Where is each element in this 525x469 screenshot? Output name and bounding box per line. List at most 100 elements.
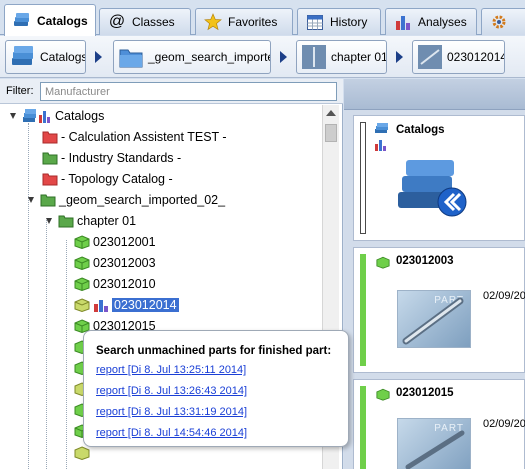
- bar-chart-icon: [94, 300, 108, 312]
- tree-node-part-selected[interactable]: 023012014: [74, 295, 180, 315]
- tab-history[interactable]: History: [297, 8, 381, 35]
- folder-icon: [119, 49, 143, 68]
- breadcrumb-item-geom-search[interactable]: _geom_search_importe...: [113, 40, 271, 74]
- calendar-icon: [307, 15, 323, 30]
- tab-catalogs[interactable]: Catalogs: [4, 4, 96, 36]
- tree-node-part[interactable]: 023012001: [74, 232, 156, 252]
- green-cube-icon: [74, 446, 90, 460]
- part-thumbnail-icon: [418, 45, 442, 69]
- detail-panel: Catalogs 023012003 PART 02/09/200 023012…: [344, 79, 525, 469]
- breadcrumb-label: 023012014: [447, 50, 505, 64]
- breadcrumb-item-chapter-01[interactable]: chapter 01: [296, 40, 387, 74]
- red-folder-icon: [42, 173, 58, 186]
- tab-label: Classes: [132, 15, 175, 29]
- part-card[interactable]: 023012003 PART 02/09/200: [353, 247, 525, 373]
- part-thumbnail[interactable]: PART: [397, 418, 471, 469]
- gear-icon: [492, 15, 506, 29]
- bar-chart-icon: [396, 16, 410, 30]
- expand-arrow-icon[interactable]: [46, 217, 55, 226]
- catalogs-books-icon: [12, 46, 33, 65]
- catalogs-back-icon[interactable]: [394, 152, 472, 224]
- tooltip-title: Search unmachined parts for finished par…: [96, 345, 332, 357]
- status-bar: [360, 386, 366, 469]
- tab-bar: Catalogs @ Classes Favorites History Ana…: [0, 0, 525, 36]
- tree-guide-line: [28, 123, 29, 469]
- green-cube-icon: [376, 388, 390, 401]
- green-cube-icon: [74, 256, 90, 270]
- report-link[interactable]: report [Di 8. Jul 13:31:19 2014]: [96, 406, 247, 418]
- tab-label: Analyses: [418, 15, 467, 29]
- breadcrumb-item-catalogs[interactable]: Catalogs: [5, 40, 86, 74]
- part-thumbnail[interactable]: PART: [397, 290, 471, 348]
- catalogs-books-icon: [14, 12, 29, 26]
- report-link[interactable]: report [Di 8. Jul 13:25:11 2014]: [96, 364, 246, 376]
- tree-guide-line: [66, 240, 67, 469]
- breadcrumb-separator-icon: [280, 51, 287, 63]
- breadcrumb-item-023012014[interactable]: 023012014: [412, 40, 505, 74]
- tree-node-chapter-01[interactable]: chapter 01: [46, 211, 136, 231]
- expand-arrow-icon[interactable]: [10, 112, 19, 121]
- green-folder-icon: [40, 194, 56, 207]
- tree-node-label: _geom_search_imported_02_: [59, 193, 226, 207]
- part-shaft-image: [405, 430, 465, 469]
- breadcrumb-separator-icon: [396, 51, 403, 63]
- tree-node-label: 023012001: [93, 235, 156, 249]
- card-title: 023012015: [396, 387, 454, 399]
- card-title: Catalogs: [396, 124, 445, 136]
- part-shaft-image: [402, 297, 464, 345]
- scroll-thumb[interactable]: [325, 124, 337, 142]
- expand-arrow-icon[interactable]: [28, 196, 37, 205]
- breadcrumb-label: _geom_search_importe...: [148, 50, 271, 64]
- status-bar: [360, 122, 366, 234]
- tab-label: Catalogs: [37, 13, 88, 28]
- breadcrumb-label: Catalogs: [40, 50, 86, 64]
- red-folder-icon: [42, 131, 58, 144]
- tree-node-label: 023012010: [93, 277, 156, 291]
- tab-more[interactable]: [481, 8, 525, 35]
- report-link[interactable]: report [Di 8. Jul 14:54:46 2014]: [96, 427, 247, 439]
- breadcrumb-separator-icon: [95, 51, 102, 63]
- breadcrumb: Catalogs _geom_search_importe... chapter…: [0, 36, 525, 78]
- tree-node-label: - Topology Catalog -: [61, 172, 173, 186]
- green-cube-icon: [74, 277, 90, 291]
- tree-node-label: - Calculation Assistent TEST -: [61, 130, 227, 144]
- tree-node-part[interactable]: 023012010: [74, 274, 156, 294]
- tab-label: Favorites: [228, 15, 278, 29]
- tree-node-label: 023012014: [111, 297, 180, 313]
- card-title: 023012003: [396, 255, 454, 267]
- tree-node-label: 023012003: [93, 256, 156, 270]
- green-cube-icon: [74, 298, 90, 312]
- part-thumbnail-icon: [302, 45, 326, 69]
- card-date: 02/09/200: [483, 418, 525, 430]
- part-card[interactable]: 023012015 PART 02/09/200: [353, 379, 525, 469]
- tree-node-catalogs[interactable]: Catalogs: [10, 106, 104, 126]
- breadcrumb-label: chapter 01: [331, 50, 387, 64]
- tree-node-part[interactable]: 023012003: [74, 253, 156, 273]
- scroll-up-arrow-icon[interactable]: [326, 110, 336, 116]
- filter-input[interactable]: [40, 82, 337, 101]
- status-bar: [360, 254, 366, 366]
- green-folder-icon: [58, 215, 74, 228]
- detail-panel-header: [344, 79, 525, 110]
- tree-node-calculation-assistent[interactable]: - Calculation Assistent TEST -: [42, 127, 227, 147]
- report-link[interactable]: report [Di 8. Jul 13:26:43 2014]: [96, 385, 247, 397]
- filter-label: Filter:: [6, 85, 34, 97]
- tab-favorites[interactable]: Favorites: [195, 8, 293, 35]
- tree-guide-line: [46, 220, 47, 469]
- tree-node-industry-standards[interactable]: - Industry Standards -: [42, 148, 181, 168]
- tree-node-topology-catalog[interactable]: - Topology Catalog -: [42, 169, 173, 189]
- tree-node-label: chapter 01: [77, 214, 137, 228]
- catalog-type-icons: [375, 123, 388, 151]
- green-folder-icon: [42, 152, 58, 165]
- tree-node-geom-search[interactable]: _geom_search_imported_02_: [28, 190, 225, 210]
- tab-classes[interactable]: @ Classes: [99, 8, 191, 35]
- tree-node-label: Catalogs: [55, 109, 105, 123]
- tab-analyses[interactable]: Analyses: [385, 8, 477, 35]
- green-cube-icon: [74, 235, 90, 249]
- tab-label: History: [330, 15, 368, 29]
- star-icon: [204, 13, 222, 31]
- at-sign-icon: @: [108, 13, 126, 30]
- catalogs-books-icon: [23, 109, 50, 123]
- catalog-card[interactable]: Catalogs: [353, 115, 525, 241]
- tree-node-label: - Industry Standards -: [61, 151, 182, 165]
